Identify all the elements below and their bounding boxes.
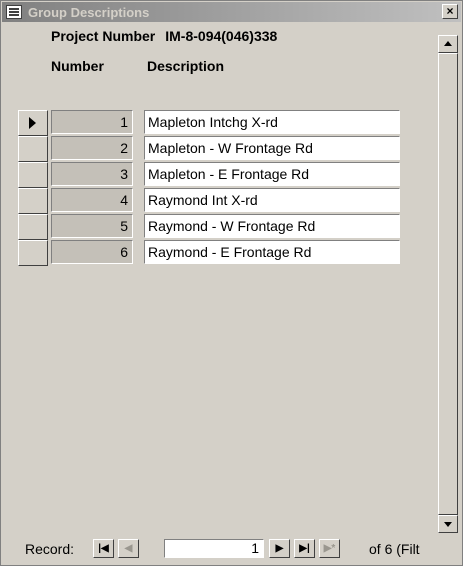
scroll-up-button[interactable] [438,35,458,53]
project-number-line: Project Number IM-8-094(046)338 [51,28,287,44]
scroll-thumb[interactable] [438,53,458,515]
record-label: Record: [25,541,75,557]
description-field[interactable]: Raymond Int X-rd [144,188,400,212]
number-column-header: Number [51,58,104,74]
form-body [5,25,437,537]
title-bar[interactable]: Group Descriptions × [2,2,461,22]
project-number-value: IM-8-094(046)338 [165,28,278,44]
scroll-down-button[interactable] [438,515,458,533]
record-selector[interactable] [18,214,48,240]
record-selector-current[interactable] [18,110,48,136]
description-field[interactable]: Mapleton - W Frontage Rd [144,136,400,160]
description-field[interactable]: Raymond - E Frontage Rd [144,240,400,264]
record-selector[interactable] [18,162,48,188]
group-descriptions-window: Group Descriptions × Project Number IM-8-… [0,0,463,566]
number-field[interactable]: 1 [51,110,133,134]
number-field[interactable]: 6 [51,240,133,264]
current-record-input[interactable]: 1 [164,539,264,558]
next-record-icon[interactable]: ▶ [269,539,290,558]
number-field[interactable]: 2 [51,136,133,160]
window-title: Group Descriptions [28,4,150,20]
last-record-icon[interactable]: ▶| [294,539,315,558]
new-record-icon[interactable]: ▶* [319,539,340,558]
description-field[interactable]: Mapleton - E Frontage Rd [144,162,400,186]
number-field[interactable]: 3 [51,162,133,186]
form-icon [6,5,22,19]
record-selector[interactable] [18,188,48,214]
record-count-text: of 6 (Filt [369,541,420,557]
close-button[interactable]: × [442,4,458,19]
record-navigation-bar: Record: |◀ ◀ 1 ▶ ▶| ▶* of 6 (Filt [1,537,462,561]
vertical-scrollbar[interactable] [438,35,458,533]
number-field[interactable]: 4 [51,188,133,212]
record-selector[interactable] [18,136,48,162]
record-selector[interactable] [18,240,48,266]
number-field[interactable]: 5 [51,214,133,238]
description-field[interactable]: Mapleton Intchg X-rd [144,110,400,134]
previous-record-icon[interactable]: ◀ [118,539,139,558]
project-number-label: Project Number [51,28,156,44]
description-field[interactable]: Raymond - W Frontage Rd [144,214,400,238]
first-record-icon[interactable]: |◀ [93,539,114,558]
description-column-header: Description [147,58,225,74]
